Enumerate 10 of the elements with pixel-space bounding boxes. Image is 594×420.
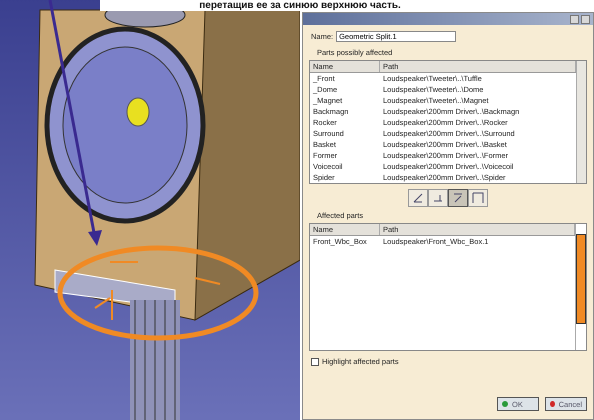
tool-icon xyxy=(452,192,464,204)
tool-icon xyxy=(432,192,444,204)
toolbar-button[interactable] xyxy=(448,189,468,207)
toolbar-button[interactable] xyxy=(468,189,488,207)
toolbar-button[interactable] xyxy=(408,189,428,207)
scrollbar[interactable] xyxy=(576,61,586,183)
toolbar-button[interactable] xyxy=(428,189,448,207)
tool-icon xyxy=(472,192,484,204)
tool-icon xyxy=(412,192,424,204)
checkbox[interactable] xyxy=(311,358,319,366)
